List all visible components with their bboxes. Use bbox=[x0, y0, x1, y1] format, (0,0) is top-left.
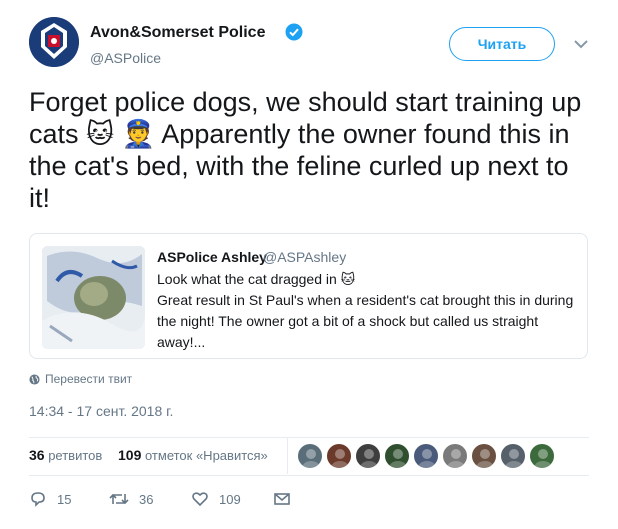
liker-avatar[interactable] bbox=[442, 443, 468, 469]
liker-avatar[interactable] bbox=[384, 443, 410, 469]
retweets-count: 36 bbox=[29, 447, 45, 463]
envelope-icon bbox=[274, 493, 290, 505]
author-handle[interactable]: @ASPolice bbox=[90, 50, 161, 66]
liker-avatar[interactable] bbox=[355, 443, 381, 469]
retweets-label: ретвитов bbox=[48, 448, 103, 463]
quoted-tweet-text: Look what the cat dragged in 🐱 Great resu… bbox=[157, 269, 577, 353]
liker-avatar[interactable] bbox=[297, 443, 323, 469]
police-crest-icon bbox=[29, 17, 79, 67]
liker-avatar[interactable] bbox=[471, 443, 497, 469]
like-button[interactable]: 109 bbox=[191, 490, 241, 508]
author-name[interactable]: Avon&Somerset Police bbox=[90, 24, 265, 42]
liker-avatar[interactable] bbox=[413, 443, 439, 469]
liker-avatar[interactable] bbox=[529, 443, 555, 469]
retweet-icon bbox=[109, 493, 129, 505]
quoted-tweet[interactable]: ASPolice Ashley @ASPAshley Look what the… bbox=[29, 233, 588, 359]
chevron-down-icon[interactable] bbox=[573, 39, 589, 49]
timestamp[interactable]: 14:34 - 17 сент. 2018 г. bbox=[29, 403, 173, 419]
tweet-text: Forget police dogs, we should start trai… bbox=[29, 87, 582, 213]
tweet-actions: 15 36 109 bbox=[29, 490, 589, 516]
liker-avatar[interactable] bbox=[326, 443, 352, 469]
reply-icon bbox=[31, 492, 45, 507]
quoted-author-handle: @ASPAshley bbox=[263, 249, 347, 265]
likes-count: 109 bbox=[118, 447, 142, 463]
heart-icon bbox=[192, 492, 208, 507]
tweet-stats: 36 ретвитов 109 отметок «Нравится» bbox=[29, 438, 589, 474]
translate-label: Перевести твит bbox=[45, 372, 133, 386]
verified-badge-icon bbox=[285, 23, 303, 41]
quoted-tweet-body: Great result in St Paul's when a residen… bbox=[157, 292, 574, 350]
follow-button[interactable]: Читать bbox=[449, 27, 555, 61]
likes-stat[interactable]: 109 отметок «Нравится» bbox=[118, 447, 268, 463]
reply-count: 15 bbox=[57, 491, 72, 507]
retweets-stat[interactable]: 36 ретвитов bbox=[29, 447, 102, 463]
retweet-button[interactable]: 36 bbox=[109, 490, 153, 508]
likes-label: отметок «Нравится» bbox=[144, 448, 268, 463]
tweet-header: Avon&Somerset Police @ASPolice Читать bbox=[0, 0, 618, 80]
quoted-author-name: ASPolice Ashley bbox=[157, 249, 267, 265]
globe-icon bbox=[29, 373, 40, 385]
quoted-tweet-image[interactable] bbox=[42, 246, 145, 349]
bag-photo bbox=[42, 246, 145, 349]
like-count: 109 bbox=[219, 491, 241, 507]
retweet-count: 36 bbox=[139, 491, 154, 507]
liker-avatar[interactable] bbox=[500, 443, 526, 469]
author-avatar[interactable] bbox=[29, 17, 79, 67]
direct-message-button[interactable] bbox=[273, 490, 291, 508]
divider-bottom bbox=[29, 475, 589, 476]
quoted-tweet-line1: Look what the cat dragged in 🐱 bbox=[157, 271, 356, 287]
stats-separator bbox=[287, 438, 288, 474]
translate-tweet-link[interactable]: Перевести твит bbox=[29, 372, 132, 386]
reply-button[interactable]: 15 bbox=[29, 490, 71, 508]
